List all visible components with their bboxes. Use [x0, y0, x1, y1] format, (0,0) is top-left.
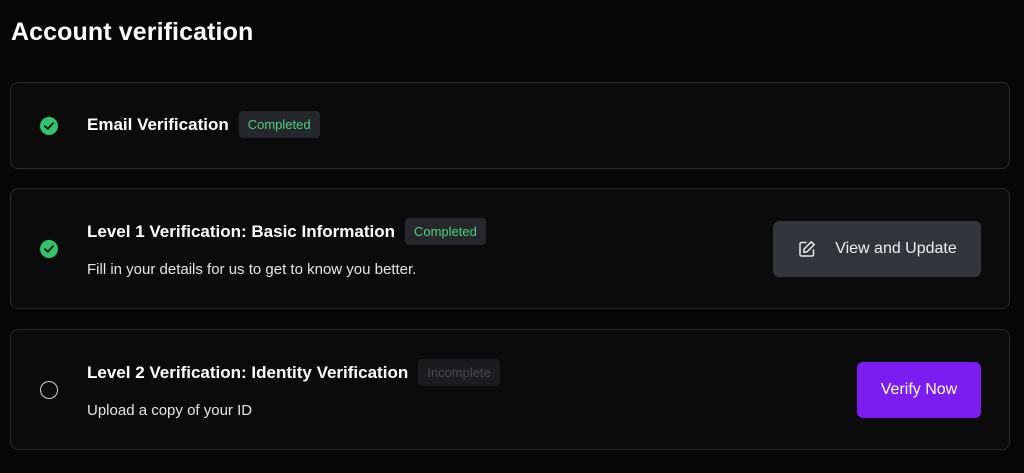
check-circle-icon [40, 240, 58, 258]
level-1-verification-card: Level 1 Verification: Basic Information … [10, 188, 1010, 309]
email-verification-title: Email Verification [87, 114, 229, 134]
email-verification-card: Email Verification Completed [10, 82, 1010, 169]
level-2-verification-status-badge: Incomplete [418, 359, 500, 386]
account-verification-page: Account verification Email Verification … [0, 0, 1024, 473]
level-1-verification-description: Fill in your details for us to get to kn… [87, 261, 417, 278]
page-title: Account verification [11, 18, 254, 46]
level-1-verification-title: Level 1 Verification: Basic Information [87, 221, 395, 241]
level-1-verification-status-badge: Completed [404, 218, 486, 245]
edit-icon [797, 239, 817, 259]
level-2-verification-title: Level 2 Verification: Identity Verificat… [87, 362, 409, 382]
level-2-verification-header: Level 2 Verification: Identity Verificat… [87, 359, 500, 386]
level-1-verification-header: Level 1 Verification: Basic Information … [87, 218, 486, 245]
email-verification-status-badge: Completed [238, 111, 320, 138]
level-2-verification-card: Level 2 Verification: Identity Verificat… [10, 329, 1010, 450]
empty-circle-icon [40, 381, 58, 399]
verify-now-label: Verify Now [880, 381, 958, 398]
email-verification-header: Email Verification Completed [87, 111, 320, 138]
check-circle-icon [40, 117, 58, 135]
verify-now-button[interactable]: Verify Now [857, 362, 981, 418]
view-and-update-label: View and Update [835, 240, 957, 257]
level-2-verification-description: Upload a copy of your ID [87, 402, 253, 419]
view-and-update-button[interactable]: View and Update [773, 221, 981, 277]
